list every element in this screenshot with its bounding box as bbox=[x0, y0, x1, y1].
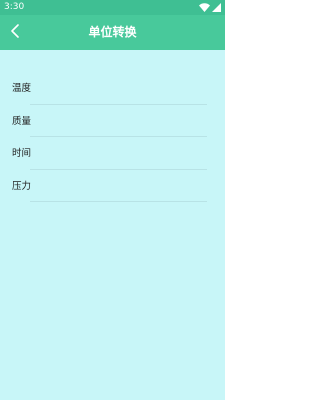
unit-item-label: 质量 bbox=[12, 115, 32, 127]
unit-item-mass[interactable]: 质量 bbox=[0, 105, 225, 137]
unit-item-label: 时间 bbox=[12, 148, 32, 159]
status-icons bbox=[199, 2, 221, 13]
unit-item-time[interactable]: 时间 bbox=[0, 137, 225, 170]
unit-item-temperature[interactable]: 温度 bbox=[0, 72, 225, 105]
status-bar: 3:30 bbox=[0, 0, 225, 15]
unit-item-label: 压力 bbox=[12, 180, 32, 192]
unit-converter-screen: 3:30 单位转换 温度 质量 时间 压力 bbox=[0, 0, 225, 400]
cellular-signal-icon bbox=[212, 3, 221, 12]
wifi-icon bbox=[199, 3, 210, 12]
toolbar: 单位转换 bbox=[0, 15, 225, 50]
unit-list: 温度 质量 时间 压力 bbox=[0, 72, 225, 202]
unit-item-pressure[interactable]: 压力 bbox=[0, 170, 225, 202]
divider bbox=[30, 201, 207, 202]
status-time: 3:30 bbox=[4, 2, 25, 12]
back-button[interactable] bbox=[4, 21, 26, 43]
chevron-left-icon bbox=[10, 23, 20, 42]
page-title: 单位转换 bbox=[88, 25, 137, 39]
unit-item-label: 温度 bbox=[12, 83, 32, 94]
